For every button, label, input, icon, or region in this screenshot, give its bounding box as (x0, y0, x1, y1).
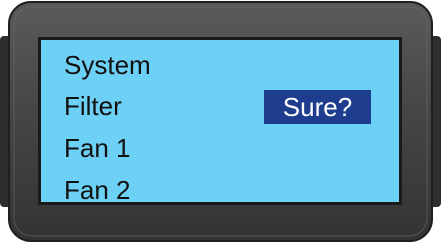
menu-item-filter[interactable]: Filter (64, 91, 122, 121)
confirm-prompt[interactable]: Sure? (264, 90, 371, 124)
lcd-screen: System Filter Sure? Fan 1 Fan 2 (38, 37, 402, 205)
device-display: System Filter Sure? Fan 1 Fan 2 (0, 0, 441, 243)
menu-item-fan-2[interactable]: Fan 2 (64, 175, 131, 205)
menu-item-fan-1[interactable]: Fan 1 (64, 133, 131, 163)
menu-item-system[interactable]: System (64, 50, 151, 80)
